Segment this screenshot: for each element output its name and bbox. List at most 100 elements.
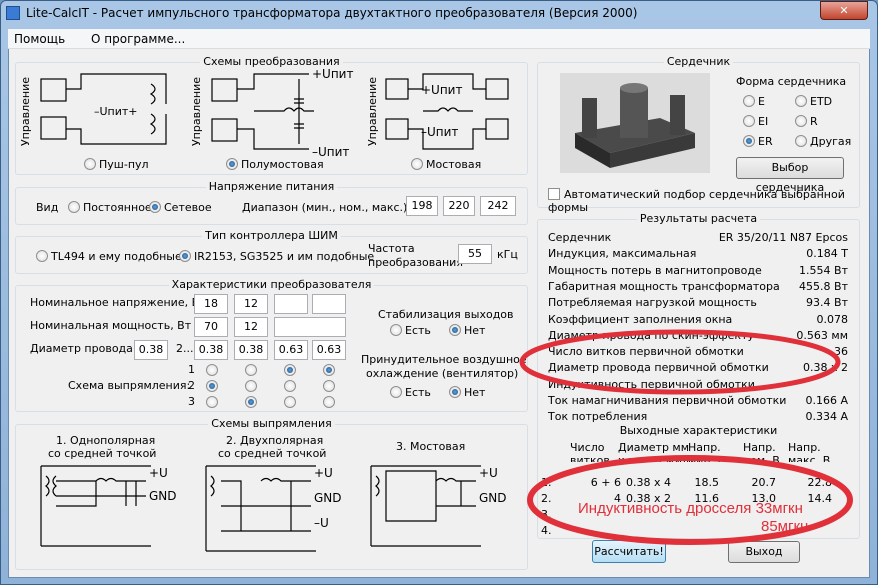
wire-input-4[interactable]: 0.63 xyxy=(274,340,308,360)
supply-dc-option[interactable]: Постоянное xyxy=(68,201,152,214)
core-shape-er[interactable]: ER xyxy=(743,135,773,148)
rect-radio-col3-row1[interactable] xyxy=(284,364,296,376)
result-value: 1.554 Вт xyxy=(799,263,848,277)
radio-ir2153[interactable] xyxy=(179,250,191,262)
rect-radio-col2-row1[interactable] xyxy=(245,364,257,376)
scheme-half-bridge[interactable]: Полумостовая xyxy=(226,158,324,171)
voltage-input-1[interactable]: 18 xyxy=(194,294,228,314)
stab-yes[interactable]: Есть xyxy=(390,324,431,337)
stab-no-label: Нет xyxy=(464,324,486,337)
radio-stab-no[interactable] xyxy=(449,324,461,336)
radio[interactable] xyxy=(795,135,807,147)
power-input-3[interactable] xyxy=(274,317,346,337)
radio[interactable] xyxy=(743,135,755,147)
wire-input-5[interactable]: 0.63 xyxy=(312,340,346,360)
radio-bridge[interactable] xyxy=(411,158,423,170)
rect-radio-col4-row3[interactable] xyxy=(323,396,335,408)
supply-max-input[interactable]: 242 xyxy=(480,196,516,216)
radio[interactable] xyxy=(743,95,755,107)
rect-radio-col4-row2[interactable] xyxy=(323,380,335,392)
power-label: Номинальная мощность, Вт xyxy=(30,319,192,332)
output-title: Выходные характеристики xyxy=(619,424,778,437)
exit-button[interactable]: Выход xyxy=(728,541,800,563)
result-value: 0.166 А xyxy=(805,394,848,407)
radio-cool-yes[interactable] xyxy=(390,386,402,398)
menu-about[interactable]: О программе... xyxy=(91,32,185,46)
radio[interactable] xyxy=(795,115,807,127)
freq-input[interactable]: 55 xyxy=(458,244,492,264)
auto-core-checkbox[interactable]: Автоматический подбор сердечника выбранн… xyxy=(548,188,859,214)
wire-input-1[interactable]: 0.38 xyxy=(134,340,168,360)
pwm-group: Тип контроллера ШИМ TL494 и ему подобные… xyxy=(15,229,528,274)
power-input-2[interactable]: 12 xyxy=(234,317,268,337)
rect3-gnd: GND xyxy=(479,491,507,505)
rect-radio-col4-row1[interactable] xyxy=(323,364,335,376)
output-header: макс. В xyxy=(788,454,831,462)
supply-ac-option[interactable]: Сетевое xyxy=(149,201,212,214)
radio-tl494[interactable] xyxy=(36,250,48,262)
converter-group: Характеристики преобразователя Номинальн… xyxy=(15,278,528,412)
radio-stab-yes[interactable] xyxy=(390,324,402,336)
cool-yes[interactable]: Есть xyxy=(390,386,431,399)
supply-min-input[interactable]: 198 xyxy=(406,196,438,216)
result-row: Число витков первичной обмотки 36 xyxy=(548,345,848,358)
rect-radio-col3-row2[interactable] xyxy=(284,380,296,392)
pwm-tl494-option[interactable]: TL494 и ему подобные xyxy=(36,250,182,263)
cool-no-label: Нет xyxy=(464,386,486,399)
select-core-button[interactable]: Выбор сердечника xyxy=(736,157,844,194)
output-header: x число жил xyxy=(618,454,690,462)
menu-help[interactable]: Помощь xyxy=(14,32,65,46)
stab-no[interactable]: Нет xyxy=(449,324,485,337)
scheme-push-pull[interactable]: Пуш-пул xyxy=(84,158,149,171)
close-button[interactable]: ✕ xyxy=(820,1,868,20)
radio-ac[interactable] xyxy=(149,201,161,213)
voltage-input-2[interactable]: 12 xyxy=(234,294,268,314)
core-shape-ei[interactable]: EI xyxy=(743,115,768,128)
pwm-ir2153-option[interactable]: IR2153, SG3525 и им подобные xyxy=(179,250,374,263)
radio[interactable] xyxy=(743,115,755,127)
wire-sep: 2... xyxy=(176,342,194,355)
power-input-1[interactable]: 70 xyxy=(194,317,228,337)
cool-no[interactable]: Нет xyxy=(449,386,485,399)
rect-radio-col1-row1[interactable] xyxy=(206,364,218,376)
core-shape-e[interactable]: E xyxy=(743,95,765,108)
rect-row-3: 3 xyxy=(188,395,195,408)
scheme-bridge[interactable]: Мостовая xyxy=(411,158,481,171)
rect-radio-col1-row3[interactable] xyxy=(206,396,218,408)
result-label: Ток намагничивания первичной обмотки xyxy=(548,394,787,407)
wire-input-3[interactable]: 0.38 xyxy=(234,340,268,360)
voltage-input-4[interactable] xyxy=(312,294,346,314)
rect-label: Схема выпрямления: xyxy=(68,379,191,392)
result-label: Потребляемая нагрузкой мощность xyxy=(548,296,757,310)
core-shape-r[interactable]: R xyxy=(795,115,818,128)
rect3-diagram xyxy=(370,465,481,547)
checkbox[interactable] xyxy=(548,188,560,200)
supply-range-label: Диапазон (мин., ном., макс.), В xyxy=(242,201,422,214)
window-title: Lite-CalcIT - Расчет импульсного трансфо… xyxy=(26,6,638,20)
core-shape-etd[interactable]: ETD xyxy=(795,95,832,108)
result-row: Ток намагничивания первичной обмотки 0.16… xyxy=(548,394,848,407)
rect-radio-col3-row3[interactable] xyxy=(284,396,296,408)
radio-cool-no[interactable] xyxy=(449,386,461,398)
rect-radio-col1-row2[interactable] xyxy=(206,380,218,392)
rect-radio-col2-row2[interactable] xyxy=(245,380,257,392)
radio[interactable] xyxy=(795,95,807,107)
bridge-label: Мостовая xyxy=(426,158,482,171)
output-cell: 0.38 x 4 xyxy=(626,476,671,489)
rect2-plus: +U xyxy=(314,466,333,480)
rect1-title: 1. Однополярная xyxy=(56,434,156,447)
calculate-button[interactable]: Рассчитать! xyxy=(592,540,666,563)
output-header: ном. В xyxy=(743,454,780,462)
schemes-group: Схемы преобразования Управление –Uпит+ П… xyxy=(15,55,528,175)
radio-dc[interactable] xyxy=(68,201,80,213)
result-value: 0.563 мм xyxy=(796,328,848,342)
radio-half-bridge[interactable] xyxy=(226,158,238,170)
radio-push-pull[interactable] xyxy=(84,158,96,170)
result-label: Диаметр провода по скин-эффекту xyxy=(548,328,754,342)
rect3-title: 3. Мостовая xyxy=(396,440,466,453)
wire-input-2[interactable]: 0.38 xyxy=(194,340,228,360)
core-shape-другая[interactable]: Другая xyxy=(795,135,851,148)
voltage-input-3[interactable] xyxy=(274,294,308,314)
supply-nom-input[interactable]: 220 xyxy=(443,196,475,216)
rect-radio-col2-row3[interactable] xyxy=(245,396,257,408)
